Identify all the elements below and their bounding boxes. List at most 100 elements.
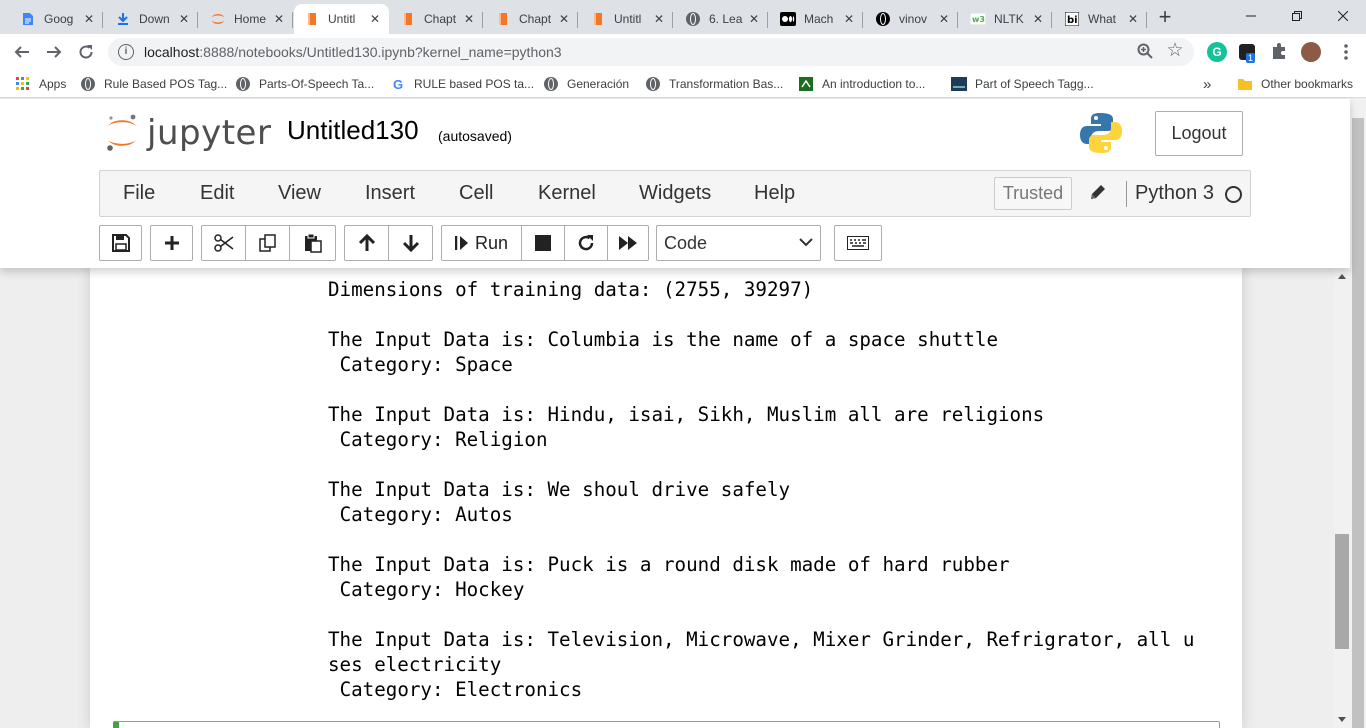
- kernel-name[interactable]: Python 3: [1135, 182, 1214, 205]
- tab-close-icon[interactable]: ✕: [841, 12, 857, 26]
- menu-cell[interactable]: Cell: [459, 182, 493, 205]
- bookmark-label: Transformation Bas...: [669, 77, 784, 91]
- bookmark-item[interactable]: Parts-Of-Speech Ta...: [235, 75, 374, 93]
- folder-icon: [1237, 76, 1253, 92]
- close-window-button[interactable]: [1320, 0, 1366, 32]
- minimize-button[interactable]: [1228, 0, 1274, 32]
- restore-button[interactable]: [1274, 0, 1320, 32]
- bookmark-star-icon[interactable]: ☆: [1166, 41, 1184, 60]
- bookmark-item[interactable]: Other bookmarks: [1237, 75, 1353, 93]
- save-button[interactable]: [99, 225, 142, 261]
- logout-button[interactable]: Logout: [1155, 111, 1243, 156]
- browser-tab[interactable]: Mach ✕: [770, 4, 863, 34]
- tab-close-icon[interactable]: ✕: [367, 12, 383, 26]
- back-button[interactable]: [10, 40, 34, 64]
- edit-pencil-icon[interactable]: [1088, 182, 1110, 204]
- site-info-icon[interactable]: i: [118, 44, 134, 60]
- browser-tab[interactable]: Chapt ✕: [485, 4, 578, 34]
- cell-type-select[interactable]: Code: [656, 225, 821, 261]
- command-palette-button[interactable]: [834, 225, 882, 261]
- run-button[interactable]: Run: [441, 225, 522, 261]
- tab-close-icon[interactable]: ✕: [746, 12, 762, 26]
- menu-insert[interactable]: Insert: [365, 182, 415, 205]
- jupyter-notebook-icon: [400, 11, 416, 27]
- chrome-menu-button[interactable]: [1334, 40, 1358, 64]
- output-line: Category: Autos: [328, 503, 513, 526]
- output-line: Category: Space: [328, 353, 513, 376]
- scrollbar-thumb[interactable]: [1335, 534, 1349, 649]
- scroll-down-icon[interactable]: [1338, 717, 1346, 722]
- tab-close-icon[interactable]: ✕: [81, 12, 97, 26]
- menu-help[interactable]: Help: [754, 182, 795, 205]
- arrow-down-icon: [402, 235, 419, 252]
- menu-view[interactable]: View: [278, 182, 321, 205]
- trusted-indicator[interactable]: Trusted: [994, 177, 1072, 210]
- browser-tab[interactable]: Chapt ✕: [390, 4, 483, 34]
- insert-cell-button[interactable]: [150, 225, 193, 261]
- google-icon: G: [392, 76, 404, 92]
- restart-run-all-button[interactable]: [607, 225, 649, 261]
- browser-tab[interactable]: w3 NLTK ✕: [960, 4, 1052, 34]
- reload-button[interactable]: [74, 40, 98, 64]
- scroll-up-icon[interactable]: [1338, 274, 1346, 279]
- new-tab-button[interactable]: +: [1153, 6, 1177, 30]
- browser-tab[interactable]: vinov ✕: [865, 4, 958, 34]
- address-bar[interactable]: i localhost:8888/notebooks/Untitled130.i…: [108, 38, 1194, 66]
- notebook-scrollbar[interactable]: [1334, 268, 1350, 728]
- next-code-cell[interactable]: [113, 721, 1220, 728]
- move-up-button[interactable]: [344, 225, 389, 261]
- tab-close-icon[interactable]: ✕: [461, 12, 477, 26]
- bookmark-item[interactable]: An introduction to...: [798, 75, 925, 93]
- forward-button[interactable]: [42, 40, 66, 64]
- extension-cube-icon[interactable]: 1: [1239, 44, 1256, 63]
- bookmark-item[interactable]: G RULE based POS ta...: [390, 75, 534, 93]
- bookmark-item[interactable]: Generación: [543, 75, 629, 93]
- menu-kernel[interactable]: Kernel: [538, 182, 596, 205]
- copy-button[interactable]: [245, 225, 290, 261]
- tab-close-icon[interactable]: ✕: [936, 12, 952, 26]
- restart-button[interactable]: [564, 225, 608, 261]
- extensions-puzzle-icon[interactable]: [1270, 42, 1290, 62]
- cut-button[interactable]: [201, 225, 246, 261]
- paste-button[interactable]: [289, 225, 336, 261]
- jupyter-notebook-icon: [495, 11, 511, 27]
- bookmark-item[interactable]: Transformation Bas...: [645, 75, 783, 93]
- bookmarks-bar: Apps Rule Based POS Tag... Parts-Of-Speech…: [0, 70, 1366, 98]
- browser-tab[interactable]: 6. Lea ✕: [675, 4, 768, 34]
- tab-close-icon[interactable]: ✕: [556, 12, 572, 26]
- tab-close-icon[interactable]: ✕: [1030, 12, 1046, 26]
- browser-tab[interactable]: Untitl ✕: [580, 4, 673, 34]
- bookmarks-overflow-button[interactable]: »: [1203, 75, 1211, 93]
- url-text[interactable]: localhost:8888/notebooks/Untitled130.ipy…: [144, 44, 562, 60]
- browser-tab[interactable]: Down ✕: [105, 4, 198, 34]
- bookmark-item[interactable]: Rule Based POS Tag...: [80, 75, 227, 93]
- tab-close-icon[interactable]: ✕: [651, 12, 667, 26]
- grammarly-icon[interactable]: G: [1207, 42, 1227, 62]
- interrupt-button[interactable]: [521, 225, 565, 261]
- jupyter-logo[interactable]: jupyter: [105, 111, 271, 155]
- browser-tab-strip: Goog ✕ Down ✕ Home ✕ Untitl ✕ Chapt ✕ Chapt ✕ Untitl…: [0, 0, 1366, 34]
- bookmark-item[interactable]: Part of Speech Tagg...: [951, 75, 1094, 93]
- profile-avatar[interactable]: [1301, 42, 1321, 62]
- notebook-name[interactable]: Untitled130: [287, 115, 419, 146]
- page-scrollbar[interactable]: [1350, 99, 1366, 728]
- browser-tab[interactable]: Goog ✕: [10, 4, 103, 34]
- browser-tab[interactable]: bi What ✕: [1054, 4, 1147, 34]
- move-down-button[interactable]: [388, 225, 433, 261]
- minimize-icon: [1246, 15, 1256, 17]
- tab-close-icon[interactable]: ✕: [176, 12, 192, 26]
- page-scrollbar-thumb[interactable]: [1352, 118, 1364, 728]
- browser-tab[interactable]: Home ✕: [200, 4, 293, 34]
- browser-tab[interactable]: Untitl ✕: [294, 4, 389, 34]
- tab-close-icon[interactable]: ✕: [1125, 12, 1141, 26]
- menu-edit[interactable]: Edit: [200, 182, 234, 205]
- zoom-icon[interactable]: [1136, 43, 1154, 61]
- menu-file[interactable]: File: [123, 182, 155, 205]
- tab-close-icon[interactable]: ✕: [271, 12, 287, 26]
- menu-widgets[interactable]: Widgets: [639, 182, 711, 205]
- more-vert-icon: [1344, 44, 1348, 60]
- bookmark-item[interactable]: Apps: [15, 75, 66, 93]
